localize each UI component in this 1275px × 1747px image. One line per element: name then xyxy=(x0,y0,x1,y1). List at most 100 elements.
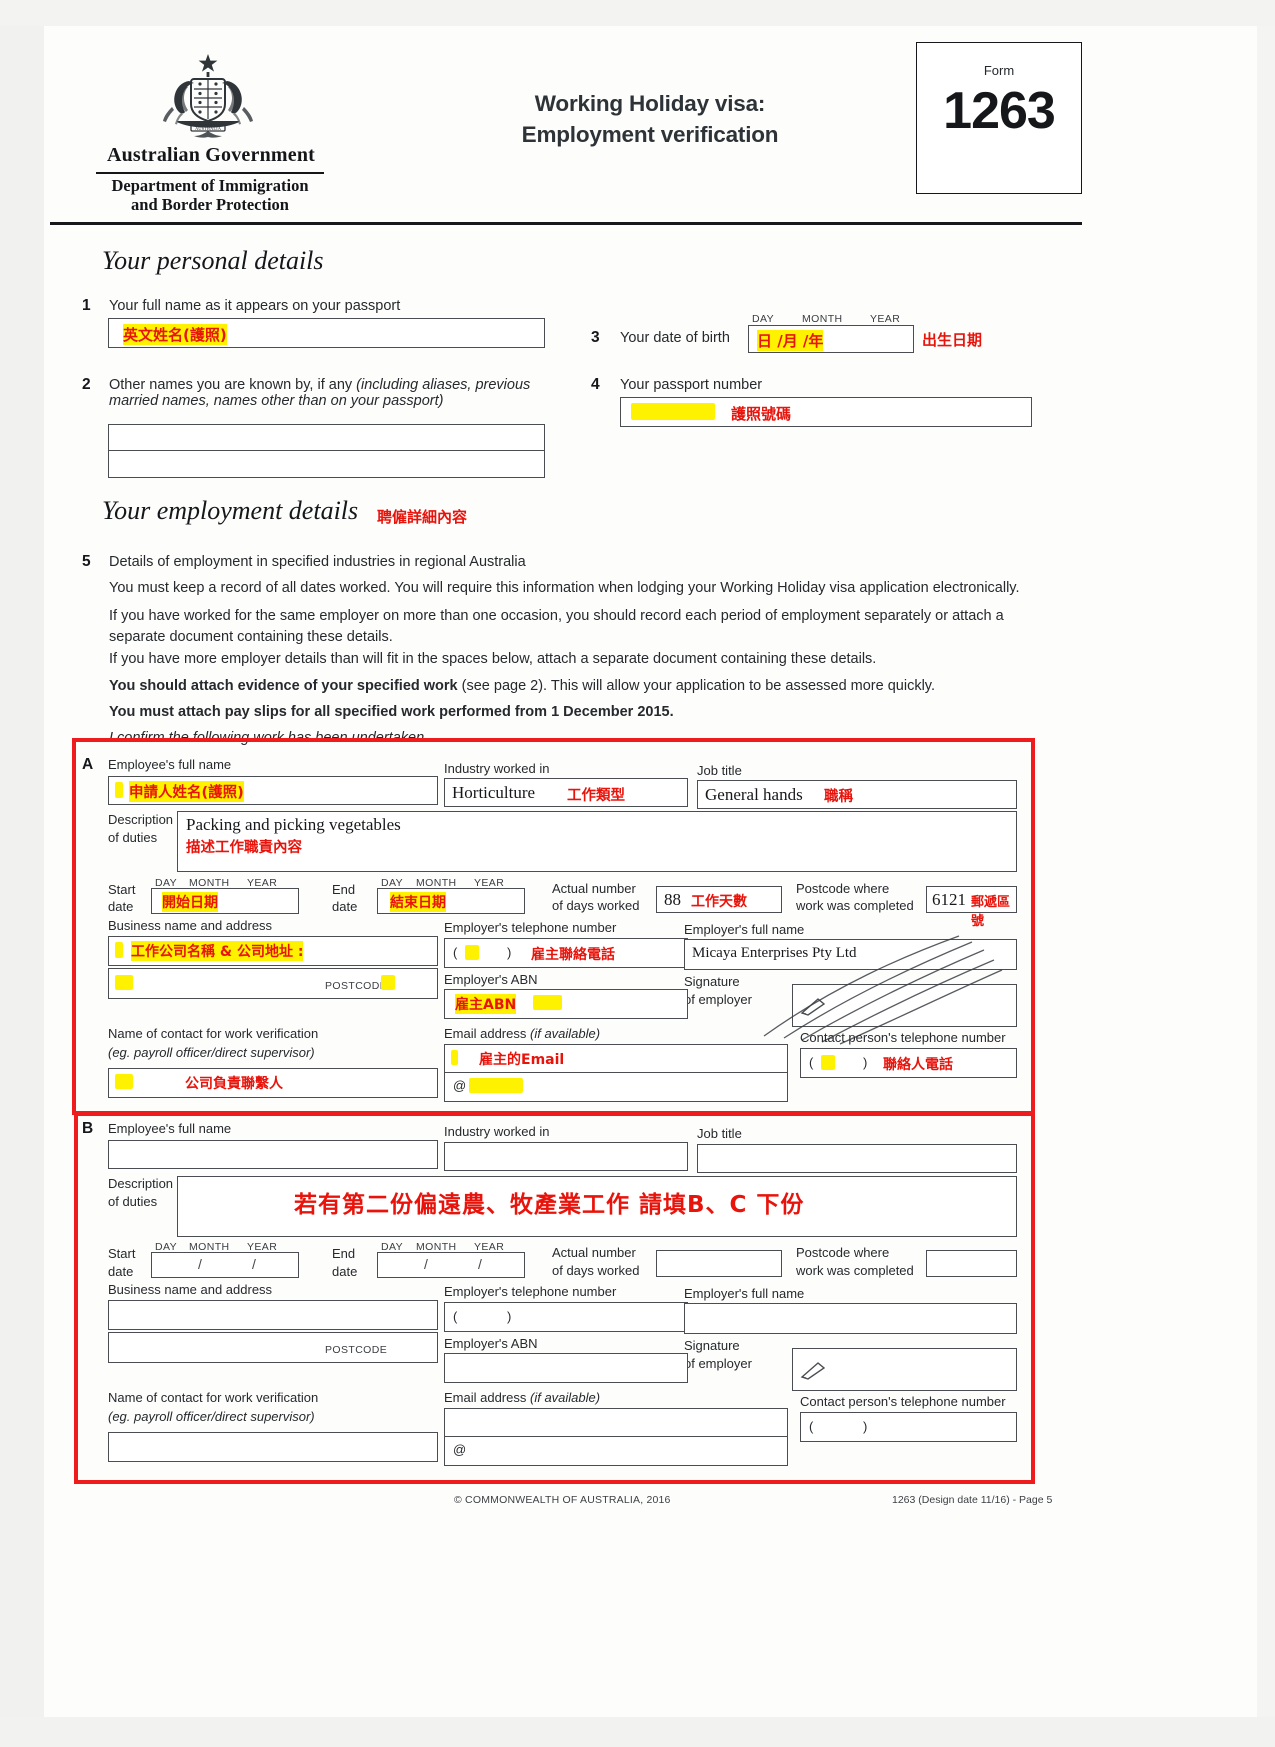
block-a-employer-phone-paren-close: ) xyxy=(507,945,512,960)
other-names-input-line1[interactable] xyxy=(108,424,545,452)
block-a-description-label-2: of duties xyxy=(108,830,158,845)
block-b-contact-name-label-2: (eg. payroll officer/direct supervisor) xyxy=(108,1409,315,1424)
block-a-contact-phone-paren-open: ( xyxy=(809,1055,814,1070)
block-a-contact-phone-redacted: .... xyxy=(821,1055,836,1070)
block-b-start-slash-1: / xyxy=(198,1256,202,1272)
block-a-employer-abn-label: Employer's ABN xyxy=(444,972,538,987)
question-4-label: Your passport number xyxy=(620,377,763,393)
australian-coat-of-arms-icon: AUSTRALIA xyxy=(163,54,253,138)
block-b-postcode-where-label-1: Postcode where xyxy=(796,1245,890,1260)
block-a-employer-abn-input[interactable]: 雇主ABN ........ xyxy=(444,989,688,1019)
department-line-2: and Border Protection xyxy=(131,195,289,214)
block-b-job-title-input[interactable] xyxy=(697,1144,1017,1173)
employment-paragraph-2: If you have worked for the same employer… xyxy=(109,608,1004,645)
block-a-letter: A xyxy=(82,756,94,773)
block-a-end-date-annotation: 結束日期 xyxy=(390,892,446,912)
block-a-business-name-input[interactable]: .. 工作公司名稱 & 公司地址 : xyxy=(108,936,438,966)
block-b-contact-phone-paren-open: ( xyxy=(809,1419,814,1434)
form-label: Form xyxy=(983,63,1015,78)
block-b-employee-name-input[interactable] xyxy=(108,1140,438,1169)
block-a-employer-phone-input[interactable]: ( .... ) 雇主聯絡電話 xyxy=(444,938,688,968)
block-b-end-label-2: date xyxy=(332,1264,358,1279)
block-a-postcode-where-input[interactable]: 6121 郵遞區號 xyxy=(926,886,1017,929)
block-b-days-worked-input[interactable] xyxy=(656,1250,782,1277)
scan-edge-top xyxy=(0,0,1275,26)
block-b-postcode-where-input[interactable] xyxy=(926,1250,1017,1277)
attach-evidence-rest: (see page 2). This will allow your appli… xyxy=(457,678,935,694)
passport-number-redacted-value: XXXXXXXX xyxy=(631,403,716,420)
block-b-contact-phone-label: Contact person's telephone number xyxy=(800,1394,1006,1409)
block-a-postcode-where-value: 6121 xyxy=(932,890,966,909)
block-a-job-title-annotation: 職稱 xyxy=(824,789,853,805)
form-number: 1263 xyxy=(943,82,1056,140)
block-a-contact-phone-input[interactable]: ( .... ) 聯絡人電話 xyxy=(800,1048,1017,1078)
passport-number-input[interactable]: XXXXXXXX 護照號碼 xyxy=(620,397,1032,427)
block-b-end-date-input[interactable]: / / xyxy=(377,1252,525,1278)
block-a-job-title-value: General hands xyxy=(705,785,803,804)
date-of-birth-side-annotation: 出生日期 xyxy=(922,331,983,349)
block-a-start-label-2: date xyxy=(108,899,134,914)
block-a-industry-label: Industry worked in xyxy=(444,761,550,776)
block-b-business-label: Business name and address xyxy=(108,1282,273,1297)
dob-day-label: DAY xyxy=(752,313,775,325)
block-a-employee-name-label: Employee's full name xyxy=(108,757,232,772)
personal-details-heading: Your personal details xyxy=(102,246,324,275)
block-b-contact-name-input[interactable] xyxy=(108,1432,438,1462)
block-b-center-note: 若有第二份偏遠農、牧產業工作 請填B、C 下份 xyxy=(294,1192,805,1218)
block-b-email-extra-row[interactable] xyxy=(444,1408,788,1438)
block-a-employee-name-input[interactable]: .. 申請人姓名(護照) xyxy=(108,776,438,805)
date-of-birth-input[interactable]: 日 /月 /年 xyxy=(748,325,914,353)
question-5-title: Details of employment in specified indus… xyxy=(109,554,526,570)
block-a-industry-input[interactable]: Horticulture 工作類型 xyxy=(444,778,688,807)
block-a-email-input[interactable]: @ ............... xyxy=(444,1072,788,1102)
block-b-email-label-italic: (if available) xyxy=(530,1390,601,1405)
question-4-number: 4 xyxy=(591,376,600,393)
block-a-postcode-where-annotation: 郵遞區號 xyxy=(971,895,1011,929)
block-a-duties-value: Packing and picking vegetables xyxy=(186,815,401,834)
block-b-email-label-wrap: Email address (if available) xyxy=(444,1390,600,1405)
block-a-email-label-wrap: Email address (if available) xyxy=(444,1026,600,1041)
block-b-contact-phone-input[interactable]: ( ) xyxy=(800,1412,1017,1442)
block-a-signature-input[interactable] xyxy=(792,984,1017,1027)
block-a-contact-name-redacted: ..... xyxy=(115,1074,134,1089)
employment-paragraph-1: You must keep a record of all dates work… xyxy=(109,580,1020,596)
block-a-job-title-input[interactable]: General hands 職稱 xyxy=(697,780,1017,809)
block-b-end-slash-2: / xyxy=(478,1256,482,1272)
block-b-industry-input[interactable] xyxy=(444,1142,688,1171)
department-name: Department of Immigration and Border Pro… xyxy=(90,176,330,214)
form-title: Working Holiday visa: Employment verific… xyxy=(440,88,860,150)
block-a-days-worked-input[interactable]: 88 工作天數 xyxy=(656,886,782,913)
block-b-postcode-label: POSTCODE xyxy=(325,1344,388,1356)
block-a-business-address-input[interactable]: ..... POSTCODE .... xyxy=(108,968,438,999)
block-b-employer-phone-paren-close: ) xyxy=(507,1309,512,1324)
block-a-postcode-where-label-2: work was completed xyxy=(796,898,914,913)
block-a-start-date-input[interactable]: 開始日期 xyxy=(151,888,299,914)
block-a-postcode-label: POSTCODE xyxy=(325,980,388,992)
block-a-duties-input[interactable]: Packing and picking vegetables 描述工作職責內容 xyxy=(177,811,1017,872)
block-b-business-address-input[interactable]: POSTCODE xyxy=(108,1332,438,1363)
block-a-industry-annotation: 工作類型 xyxy=(567,788,625,804)
attach-evidence-line: You should attach evidence of your speci… xyxy=(109,678,1039,694)
block-b-employer-name-input[interactable] xyxy=(684,1303,1017,1334)
block-a-employer-name-input[interactable]: Micaya Enterprises Pty Ltd xyxy=(684,939,1017,970)
other-names-input-line2[interactable] xyxy=(108,450,545,478)
block-a-contact-name-input[interactable]: ..... 公司負責聯繫人 xyxy=(108,1068,438,1098)
block-b-signature-input[interactable] xyxy=(792,1348,1017,1391)
svg-text:AUSTRALIA: AUSTRALIA xyxy=(195,126,222,131)
department-line-1: Department of Immigration xyxy=(111,176,309,195)
block-a-email-annotation-row[interactable]: .. 雇主的Email xyxy=(444,1044,788,1074)
block-b-email-input[interactable]: @ xyxy=(444,1436,788,1466)
block-b-employer-phone-input[interactable]: ( ) xyxy=(444,1302,688,1332)
block-a-business-label: Business name and address xyxy=(108,918,273,933)
block-b-start-slash-2: / xyxy=(252,1256,256,1272)
block-a-days-label-1: Actual number xyxy=(552,881,636,896)
block-b-employer-abn-label: Employer's ABN xyxy=(444,1336,538,1351)
employment-paragraph-3: If you have more employer details than w… xyxy=(109,651,877,667)
block-b-industry-label: Industry worked in xyxy=(444,1124,550,1139)
block-a-end-date-input[interactable]: 結束日期 xyxy=(377,888,525,914)
full-name-input[interactable]: 英文姓名(護照) xyxy=(108,318,545,348)
block-b-business-name-input[interactable] xyxy=(108,1300,438,1330)
scan-edge-left xyxy=(0,0,44,1747)
block-b-employer-abn-input[interactable] xyxy=(444,1353,688,1383)
block-b-start-date-input[interactable]: / / xyxy=(151,1252,299,1278)
